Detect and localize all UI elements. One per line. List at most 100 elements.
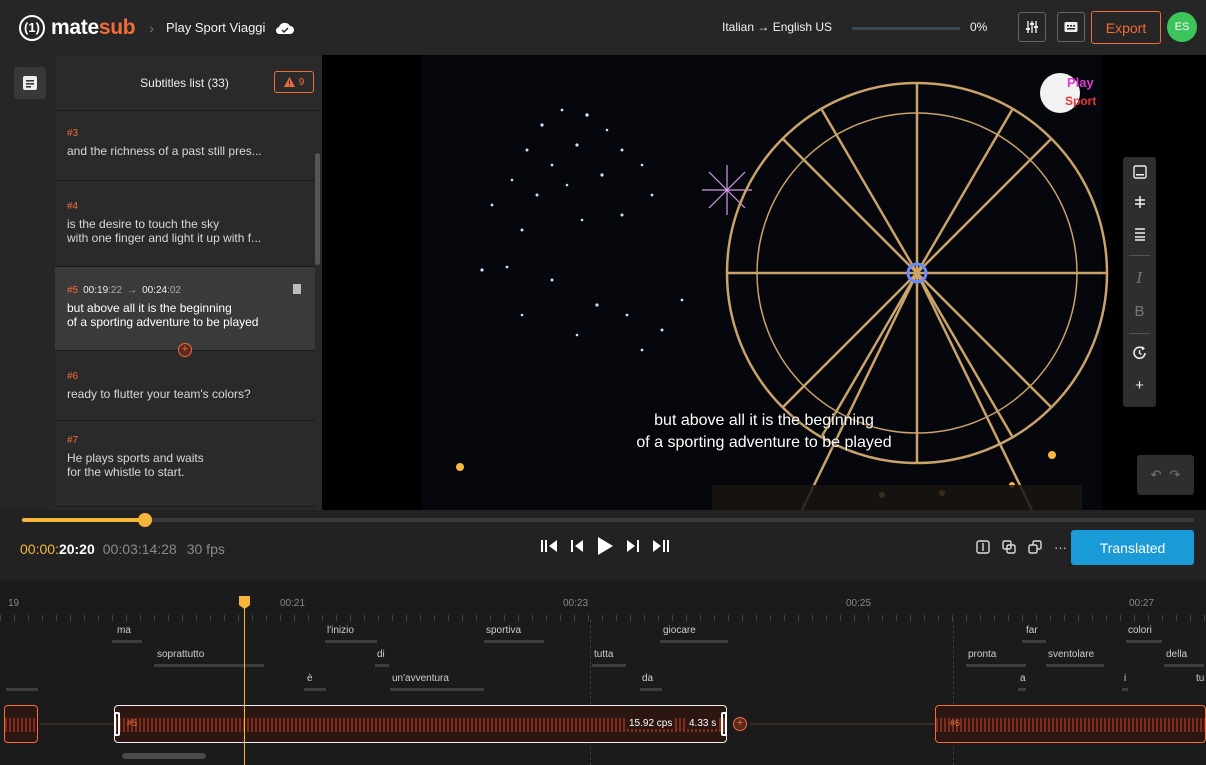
word[interactable]: è <box>307 673 313 684</box>
watermark-bottom-text: Sport <box>1065 94 1096 108</box>
timeline[interactable]: 19 00:21 00:23 00:25 00:27 ma l'inizio s… <box>0 580 1206 765</box>
end-time-frames: :02 <box>167 285 181 296</box>
word[interactable]: di <box>377 649 385 660</box>
subtitle-block-6[interactable]: #6 <box>935 705 1206 743</box>
ruler-label: 00:23 <box>563 598 589 609</box>
subtitle-number: #7 <box>67 435 79 446</box>
subtitles-list-scrollbar[interactable] <box>315 153 320 265</box>
translated-status-button[interactable]: Translated <box>1071 530 1194 565</box>
block-end-handle[interactable] <box>721 712 727 736</box>
keyboard-shortcuts-button[interactable] <box>1057 12 1085 42</box>
next-subtitle-icon[interactable] <box>652 539 670 553</box>
waveform <box>936 718 1205 732</box>
word[interactable]: della <box>1166 649 1187 660</box>
play-icon[interactable] <box>596 536 614 556</box>
next-frame-icon[interactable] <box>626 539 640 553</box>
settings-sliders-button[interactable] <box>1018 12 1046 42</box>
export-button[interactable]: Export <box>1091 11 1161 44</box>
undo-icon[interactable]: ↶ <box>1151 467 1162 483</box>
caption-bottom-icon <box>1132 165 1147 179</box>
subtitle-item-4[interactable]: #4 is the desire to touch the sky with o… <box>55 181 315 267</box>
timeline-scrollbar[interactable] <box>122 753 206 759</box>
more-options-icon[interactable]: ··· <box>1054 540 1067 555</box>
subtitle-block-5-selected[interactable]: #5 15.92 cps 4.33 s <box>114 705 727 743</box>
seek-bar[interactable] <box>22 513 1194 527</box>
word[interactable]: ma <box>117 625 131 636</box>
app-logo[interactable]: (1) matesub <box>19 14 136 41</box>
bold-button[interactable]: B <box>1123 303 1156 320</box>
clock-sync-icon <box>1133 346 1146 359</box>
word-bar <box>484 640 544 643</box>
word[interactable]: l'inizio <box>327 625 354 636</box>
player-controls: 00:00:20:20 00:03:14:28 30 fps ··· Transla… <box>0 510 1206 580</box>
progress-percent: 0% <box>970 20 988 34</box>
start-time-main: 00:19 <box>83 285 109 296</box>
subtitle-number: #3 <box>67 128 79 139</box>
text-align-button[interactable] <box>1123 227 1156 245</box>
time-arrow: → <box>127 285 138 296</box>
previous-subtitle-icon[interactable] <box>540 539 558 553</box>
start-time[interactable]: 00:19:22 <box>83 285 122 296</box>
subtitle-item-3[interactable]: #3 and the richness of a past still pres… <box>55 111 315 181</box>
word[interactable]: giocare <box>663 625 696 636</box>
seek-bar-handle[interactable] <box>138 513 153 527</box>
subtitles-panel-toggle[interactable] <box>14 67 46 99</box>
word[interactable]: soprattutto <box>157 649 204 660</box>
word-bar <box>640 688 662 691</box>
current-time-seconds: 20:20 <box>58 541 95 557</box>
split-subtitle-icon[interactable] <box>976 540 990 554</box>
language-pair[interactable]: Italian → English US <box>722 20 832 34</box>
warnings-badge[interactable]: 9 <box>274 71 314 93</box>
end-time[interactable]: 00:24:02 <box>142 285 181 296</box>
top-bar: (1) matesub › Play Sport Viaggi Italian … <box>0 0 1206 55</box>
previous-frame-icon[interactable] <box>570 539 584 553</box>
word[interactable]: tutta <box>594 649 613 660</box>
word[interactable]: pronta <box>968 649 996 660</box>
subtitle-item-7[interactable]: #7 He plays sports and waits for the whi… <box>55 421 315 507</box>
toolbar-divider <box>1129 333 1150 334</box>
subtitle-block-4[interactable] <box>4 705 38 743</box>
subtitle-text[interactable]: but above all it is the beginning of a s… <box>67 301 303 329</box>
word[interactable]: a <box>1020 673 1026 684</box>
cloud-saved-icon <box>276 22 295 34</box>
playhead[interactable] <box>244 597 245 765</box>
subtitle-item-6[interactable]: #6 ready to flutter your team's colors? <box>55 351 315 421</box>
transport-controls <box>540 536 670 556</box>
video-caption: but above all it is the beginning of a s… <box>636 412 892 451</box>
current-time: 00:00:20:20 <box>20 541 95 557</box>
merge-subtitle-icon[interactable] <box>1002 540 1016 554</box>
gap-waveform <box>40 723 116 725</box>
subtitle-number: #5 <box>67 285 79 296</box>
subtitle-item-5-active[interactable]: #5 00:19:22 → 00:24:02 but above all it … <box>55 267 315 357</box>
block-start-handle[interactable] <box>114 712 120 736</box>
timing-sync-button[interactable] <box>1123 345 1156 364</box>
caption-format-toolbar: I B + <box>1123 157 1156 407</box>
duplicate-subtitle-icon[interactable] <box>1028 540 1042 554</box>
align-center-button[interactable] <box>1123 195 1156 213</box>
editor-app: (1) matesub › Play Sport Viaggi Italian … <box>0 0 1206 765</box>
word[interactable]: un'avventura <box>392 673 449 684</box>
trash-icon[interactable] <box>293 284 301 294</box>
word[interactable]: sventolare <box>1048 649 1094 660</box>
word[interactable]: i <box>1124 673 1126 684</box>
word[interactable]: colori <box>1128 625 1152 636</box>
word[interactable]: far <box>1026 625 1038 636</box>
word[interactable]: da <box>642 673 653 684</box>
add-tool-button[interactable]: + <box>1123 377 1156 394</box>
add-subtitle-gap-button[interactable]: + <box>733 717 747 731</box>
position-bottom-button[interactable] <box>1123 165 1156 183</box>
gridline <box>953 620 954 765</box>
redo-icon[interactable]: ↷ <box>1170 467 1181 483</box>
ruler-label: 19 <box>8 598 20 609</box>
logo-accent: sub <box>98 15 136 39</box>
italic-button[interactable]: I <box>1123 269 1156 287</box>
video-player[interactable]: Play Sport but above all it is the begin… <box>322 55 1206 510</box>
ruler-ticks <box>0 615 1206 621</box>
toolbar-divider <box>1129 255 1150 256</box>
word[interactable]: sportiva <box>486 625 521 636</box>
project-title[interactable]: Play Sport Viaggi <box>166 20 266 35</box>
user-avatar[interactable]: ES <box>1167 12 1197 42</box>
word[interactable]: tu <box>1196 673 1204 684</box>
subtitles-list-icon <box>23 76 37 90</box>
gap-waveform <box>750 723 934 725</box>
